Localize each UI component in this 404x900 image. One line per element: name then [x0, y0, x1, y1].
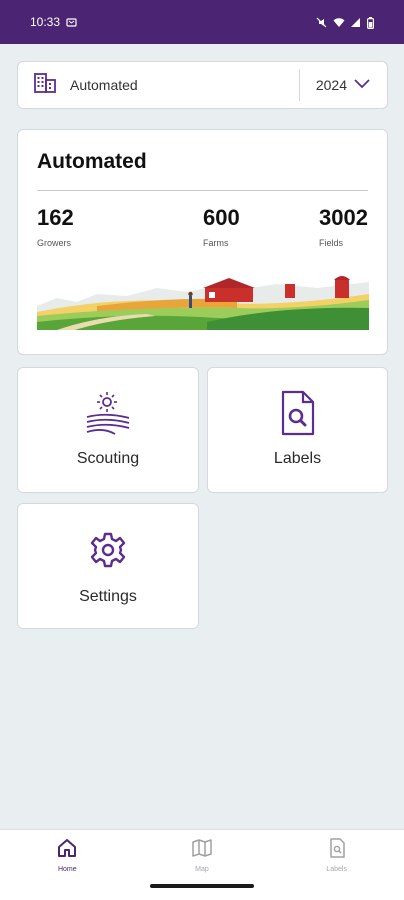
document-search-icon — [327, 838, 347, 858]
stat-label: Fields — [319, 238, 344, 248]
stat-growers: 162 Growers — [37, 205, 74, 248]
notification-icon — [66, 17, 77, 28]
stat-label: Farms — [203, 238, 229, 248]
bottom-navigation: Home Map Labels — [0, 829, 404, 877]
settings-tile[interactable]: Settings — [17, 503, 199, 629]
nav-home-label: Home — [57, 866, 77, 873]
building-icon — [34, 72, 56, 98]
signal-icon — [350, 17, 361, 28]
status-bar: 10:33 — [0, 0, 404, 44]
mute-icon — [316, 17, 327, 28]
labels-label: Labels — [273, 450, 322, 467]
farm-illustration — [37, 266, 369, 330]
map-icon — [192, 838, 212, 858]
stat-value: 162 — [37, 205, 74, 230]
summary-divider — [37, 190, 368, 191]
year-dropdown[interactable]: 2024 — [300, 62, 387, 108]
nav-labels-label: Labels — [326, 866, 347, 873]
gesture-handle[interactable] — [150, 884, 254, 888]
wifi-icon — [333, 17, 345, 28]
status-time: 10:33 — [30, 15, 61, 29]
organization-selector[interactable]: Automated 2024 — [17, 61, 388, 109]
sun-field-icon — [85, 390, 131, 436]
labels-tile[interactable]: Labels — [207, 367, 388, 493]
chevron-down-icon — [353, 77, 371, 93]
document-search-icon — [275, 390, 321, 436]
stats-row: 162 Growers 600 Farms 3002 Fields — [37, 205, 368, 248]
summary-card: Automated 162 Growers 600 Farms 3002 Fie… — [17, 129, 388, 355]
year-label: 2024 — [315, 77, 347, 93]
stat-farms: 600 Farms — [203, 205, 240, 248]
home-icon — [57, 838, 77, 858]
battery-icon — [367, 16, 378, 29]
nav-map[interactable]: Map — [162, 830, 242, 873]
stat-label: Growers — [37, 238, 72, 248]
stat-value: 3002 — [319, 205, 368, 230]
summary-title: Automated — [37, 150, 147, 173]
stat-fields: 3002 Fields — [319, 205, 368, 248]
settings-label: Settings — [79, 588, 137, 605]
gesture-area — [0, 877, 404, 900]
scouting-tile[interactable]: Scouting — [17, 367, 199, 493]
gear-icon — [90, 532, 126, 568]
scouting-label: Scouting — [76, 450, 140, 467]
organization-dropdown[interactable]: Automated — [18, 62, 299, 108]
organization-label: Automated — [70, 77, 138, 93]
nav-home[interactable]: Home — [27, 830, 107, 873]
nav-map-label: Map — [195, 866, 209, 873]
stat-value: 600 — [203, 205, 240, 230]
nav-labels[interactable]: Labels — [297, 830, 377, 873]
